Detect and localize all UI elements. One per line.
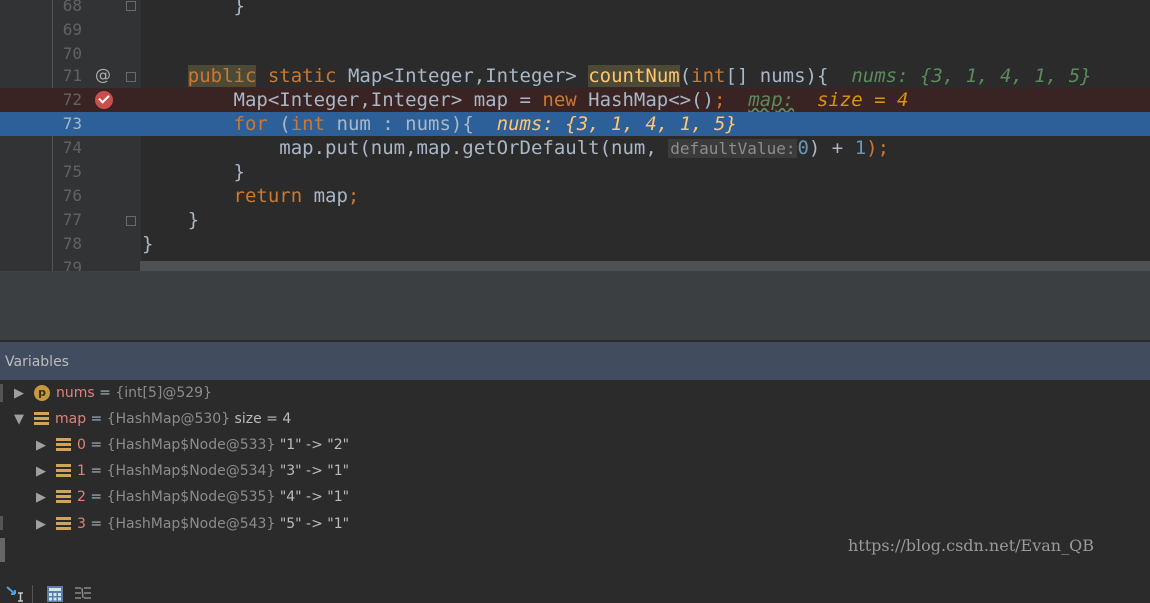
debug-toolbar — [0, 273, 1150, 603]
variable-value: {HashMap@530} — [106, 411, 231, 427]
line-number: 75 — [62, 162, 82, 181]
expand-arrow-icon[interactable]: ▶ — [36, 512, 56, 538]
toolbar-separator — [32, 585, 33, 603]
inline-debug-value: nums: {3, 1, 4, 1, 5} — [496, 113, 737, 135]
entry-mapping: "5" -> "1" — [275, 516, 350, 532]
line-number: 70 — [62, 44, 82, 63]
map-entry-row[interactable]: ▶ 2 = {HashMap$Node@535} "4" -> "1" — [36, 484, 349, 510]
code-editor[interactable]: 68 } 69 70 71 public static Map<Integer,… — [0, 0, 1150, 272]
entry-mapping: "4" -> "1" — [275, 489, 350, 505]
code-line-71: 71 public static Map<Integer,Integer> co… — [0, 64, 1150, 88]
field-icon — [56, 438, 71, 452]
keyword-public: public — [187, 65, 257, 87]
line-number: 72 — [62, 90, 82, 109]
code-line-73: 73 for (int num : nums){ nums: {3, 1, 4,… — [0, 112, 1150, 136]
map-entry-row[interactable]: ▶ 3 = {HashMap$Node@543} "5" -> "1" — [36, 511, 349, 537]
keyword-for: for — [233, 113, 268, 135]
field-icon — [56, 517, 71, 531]
expand-arrow-icon[interactable]: ▶ — [36, 459, 56, 485]
inline-debug-label: nums: — [851, 65, 909, 87]
entry-index: 2 — [77, 489, 86, 505]
code-line-69: 69 — [0, 18, 1150, 42]
entry-index: 0 — [77, 437, 86, 453]
code-line-77: 77 } — [0, 208, 1150, 232]
field-icon — [34, 412, 49, 426]
entry-index: 3 — [77, 516, 86, 532]
closing-brace: } — [233, 0, 245, 17]
tree-edge-marker — [0, 516, 3, 530]
map-entry-row[interactable]: ▶ 1 = {HashMap$Node@534} "3" -> "1" — [36, 458, 349, 484]
fold-marker-icon[interactable] — [126, 72, 136, 82]
map-entry-row[interactable]: ▶ 0 = {HashMap$Node@533} "1" -> "2" — [36, 432, 349, 458]
inline-debug-label: map: — [748, 89, 795, 111]
line-number: 74 — [62, 138, 82, 157]
line-number: 77 — [62, 210, 82, 229]
expand-arrow-icon[interactable]: ▶ — [36, 485, 56, 511]
line-number: 78 — [62, 234, 82, 253]
inline-debug-value: {3, 1, 4, 1, 5} — [919, 65, 1092, 87]
method-params: [] nums){ — [725, 65, 829, 87]
line-number: 76 — [62, 186, 82, 205]
return-type: Map<Integer,Integer> — [347, 65, 577, 87]
evaluate-expression-icon[interactable] — [46, 585, 64, 603]
keyword-return: return — [233, 185, 303, 207]
map-declaration: Map<Integer,Integer> map = — [233, 89, 543, 111]
watermark: https://blog.csdn.net/Evan_QB — [848, 536, 1094, 555]
variable-name: nums — [56, 385, 95, 401]
closing-brace: } — [187, 209, 200, 231]
code-line-72: 72 Map<Integer,Integer> map = new HashMa… — [0, 88, 1150, 112]
line-number: 73 — [62, 114, 82, 133]
panel-title: Variables — [5, 354, 69, 370]
tree-edge-marker — [0, 384, 3, 402]
entry-index: 1 — [77, 463, 86, 479]
entry-value: {HashMap$Node@534} — [106, 463, 276, 479]
method-name: countNum — [588, 65, 680, 87]
keyword-static: static — [267, 65, 337, 87]
trace-current-stream-icon[interactable] — [74, 585, 92, 603]
variable-name: map — [55, 411, 87, 427]
variable-row-nums[interactable]: ▶ p nums = {int[5]@529} — [14, 380, 212, 406]
entry-value: {HashMap$Node@533} — [106, 437, 276, 453]
parameter-icon: p — [34, 385, 50, 401]
line-number: 79 — [62, 258, 82, 272]
fold-marker-icon[interactable] — [126, 216, 136, 226]
code-line-68: 68 } — [0, 0, 1150, 18]
expand-arrow-icon[interactable]: ▶ — [14, 381, 34, 407]
parameter-hint: defaultValue: — [668, 139, 798, 158]
code-line-74: 74 map.put(num,map.getOrDefault(num, def… — [0, 136, 1150, 160]
inline-debug-value: size = 4 — [816, 89, 909, 111]
show-execution-point-icon[interactable] — [6, 585, 24, 603]
line-number: 69 — [62, 20, 82, 39]
variable-size: size = 4 — [230, 411, 292, 427]
expand-arrow-icon[interactable]: ▶ — [36, 433, 56, 459]
entry-mapping: "1" -> "2" — [275, 437, 350, 453]
variable-row-map[interactable]: ▼ map = {HashMap@530} size = 4 — [14, 406, 291, 432]
tree-edge-marker — [0, 538, 5, 562]
field-icon — [56, 464, 71, 478]
closing-brace: } — [142, 233, 154, 255]
collapse-arrow-icon[interactable]: ▼ — [14, 407, 34, 433]
code-line-70: 70 — [0, 42, 1150, 66]
closing-brace: } — [233, 161, 245, 183]
code-line-76: 76 return map; — [0, 184, 1150, 208]
entry-value: {HashMap$Node@543} — [106, 516, 276, 532]
override-marker-icon[interactable]: @ — [95, 66, 111, 84]
variables-panel-header[interactable]: Variables — [0, 340, 1150, 382]
entry-value: {HashMap$Node@535} — [106, 489, 276, 505]
breakpoint-icon[interactable] — [95, 91, 113, 109]
variable-value: {int[5]@529} — [115, 385, 212, 401]
line-number: 68 — [62, 0, 82, 15]
code-line-75: 75 } — [0, 160, 1150, 184]
fold-marker-icon[interactable] — [126, 1, 136, 11]
horizontal-scrollbar[interactable] — [140, 261, 1150, 271]
field-icon — [56, 490, 71, 504]
code-line-78: 78 } — [0, 232, 1150, 256]
line-number: 71 — [62, 66, 82, 85]
map-put-call: map.put(num,map.getOrDefault(num, — [279, 137, 657, 159]
entry-mapping: "3" -> "1" — [275, 463, 350, 479]
